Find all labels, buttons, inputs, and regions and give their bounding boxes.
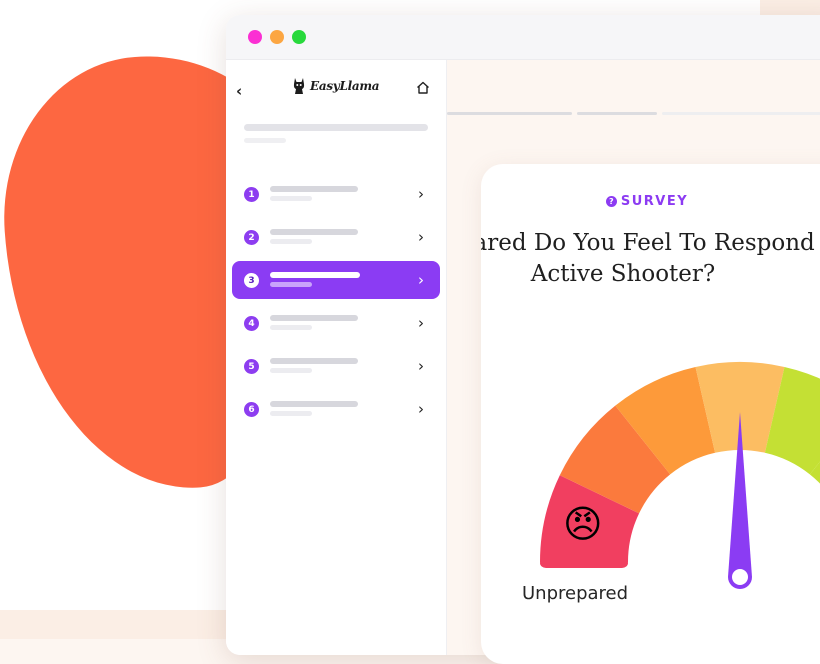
sidebar: ‹ EasyLlama 1 › 2 › 3 › 4 › 5 › 6 › (226, 60, 447, 655)
module-number: 6 (244, 402, 259, 417)
module-item-active[interactable]: 3 › (232, 261, 440, 299)
module-title-placeholder (270, 186, 358, 192)
module-item[interactable]: 6 › (232, 390, 440, 428)
module-subtitle-placeholder (270, 368, 312, 373)
module-subtitle-placeholder (270, 411, 312, 416)
module-subtitle-placeholder (270, 282, 312, 287)
minimize-window-button[interactable] (270, 30, 284, 44)
home-icon[interactable] (416, 81, 430, 94)
angry-face-icon: 😠 (563, 502, 603, 546)
module-number: 2 (244, 230, 259, 245)
module-subtitle-placeholder (270, 196, 312, 201)
maximize-window-button[interactable] (292, 30, 306, 44)
module-item[interactable]: 4 › (232, 304, 440, 342)
module-number: 1 (244, 187, 259, 202)
course-subtitle-placeholder (244, 138, 286, 143)
background-strip-top (760, 0, 820, 15)
progress-tab[interactable] (447, 112, 572, 115)
chevron-right-icon: › (418, 185, 424, 203)
module-item[interactable]: 2 › (232, 218, 440, 256)
chevron-right-icon: › (418, 314, 424, 332)
gauge-segment-cap (540, 558, 628, 568)
module-title-placeholder (270, 358, 358, 364)
module-subtitle-placeholder (270, 239, 312, 244)
module-title-placeholder (270, 315, 358, 321)
module-title-placeholder (270, 272, 360, 278)
window-titlebar (226, 15, 820, 60)
module-number: 5 (244, 359, 259, 374)
module-item[interactable]: 1 › (232, 175, 440, 213)
chevron-right-icon: › (418, 271, 424, 289)
module-number: 3 (244, 273, 259, 288)
back-chevron-icon[interactable]: ‹ (236, 82, 242, 100)
module-number: 4 (244, 316, 259, 331)
progress-tab[interactable] (662, 112, 820, 115)
module-subtitle-placeholder (270, 325, 312, 330)
course-title-placeholder (244, 124, 428, 131)
close-window-button[interactable] (248, 30, 262, 44)
survey-card: ?SURVEY How Prepared Do You Feel To Resp… (481, 164, 820, 664)
progress-tab[interactable] (577, 112, 657, 115)
chevron-right-icon: › (418, 228, 424, 246)
scale-low-label: Unprepared (522, 583, 629, 604)
llama-logo-icon (293, 78, 305, 94)
module-item[interactable]: 5 › (232, 347, 440, 385)
chevron-right-icon: › (418, 357, 424, 375)
chevron-right-icon: › (418, 400, 424, 418)
module-title-placeholder (270, 401, 358, 407)
module-title-placeholder (270, 229, 358, 235)
gauge-needle-hub[interactable] (732, 569, 748, 585)
brand-logo[interactable]: EasyLlama (292, 77, 380, 95)
brand-name: EasyLlama (310, 79, 380, 93)
